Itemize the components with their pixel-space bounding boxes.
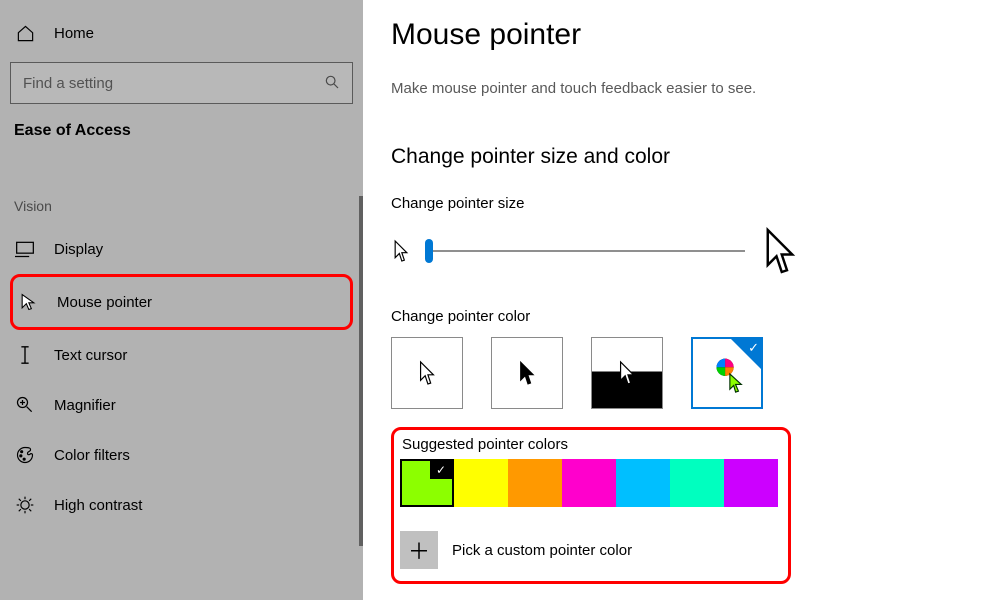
search-icon (324, 74, 340, 93)
home-link[interactable]: Home (10, 14, 353, 56)
page-description: Make mouse pointer and touch feedback ea… (391, 80, 954, 97)
sidebar-item-label: Display (54, 241, 103, 258)
sidebar-item-magnifier[interactable]: Magnifier (10, 380, 353, 430)
sidebar-item-text-cursor[interactable]: Text cursor (10, 330, 353, 380)
sidebar-scrollbar[interactable] (359, 196, 363, 546)
suggested-colors-label: Suggested pointer colors (402, 436, 778, 453)
cursor-small-icon (391, 238, 411, 264)
monitor-icon (14, 238, 36, 260)
content-area: Mouse pointer Make mouse pointer and tou… (363, 0, 982, 600)
color-swatch-magenta[interactable] (562, 459, 616, 507)
slider-track (425, 250, 745, 252)
pick-custom-color-label: Pick a custom pointer color (452, 542, 632, 559)
pointer-color-custom[interactable]: ✓ (691, 337, 763, 409)
sidebar-item-label: Text cursor (54, 347, 127, 364)
search-input[interactable]: Find a setting (10, 62, 353, 104)
section-header: Ease of Access (14, 122, 353, 140)
contrast-icon (14, 494, 36, 516)
group-header: Vision (14, 198, 353, 214)
search-placeholder: Find a setting (23, 75, 113, 92)
text-cursor-icon (14, 344, 36, 366)
slider-thumb[interactable] (425, 239, 433, 263)
palette-icon (14, 444, 36, 466)
suggested-colors-box: Suggested pointer colors ✓ ＋ Pick a cust… (391, 427, 791, 584)
color-swatch-teal[interactable] (670, 459, 724, 507)
pointer-size-label: Change pointer size (391, 195, 954, 212)
color-swatch-purple[interactable] (724, 459, 778, 507)
color-swatch-cyan[interactable] (616, 459, 670, 507)
check-icon: ✓ (430, 461, 452, 479)
sidebar-item-label: Magnifier (54, 397, 116, 414)
plus-icon: ＋ (400, 531, 438, 569)
sidebar-item-label: Color filters (54, 447, 130, 464)
pick-custom-color[interactable]: ＋ Pick a custom pointer color (400, 531, 778, 569)
color-swatch-lime[interactable]: ✓ (400, 459, 454, 507)
pointer-size-slider[interactable] (425, 240, 745, 262)
pointer-color-label: Change pointer color (391, 308, 954, 325)
check-icon: ✓ (748, 340, 759, 356)
sidebar-nav: Display Mouse pointer Text cursor Magnif… (10, 224, 353, 530)
cursor-large-icon (759, 224, 801, 278)
suggested-color-swatches: ✓ (400, 459, 778, 507)
sidebar-item-mouse-pointer[interactable]: Mouse pointer (10, 274, 353, 330)
cursor-icon (17, 291, 39, 313)
section-title: Change pointer size and color (391, 145, 954, 169)
page-title: Mouse pointer (391, 18, 954, 52)
sidebar-item-high-contrast[interactable]: High contrast (10, 480, 353, 530)
pointer-color-options: ✓ (391, 337, 954, 409)
settings-sidebar: Home Find a setting Ease of Access Visio… (0, 0, 363, 600)
pointer-color-black[interactable] (491, 337, 563, 409)
sidebar-item-label: High contrast (54, 497, 142, 514)
sidebar-item-label: Mouse pointer (57, 294, 152, 311)
pointer-color-inverted[interactable] (591, 337, 663, 409)
pointer-color-white[interactable] (391, 337, 463, 409)
sidebar-item-display[interactable]: Display (10, 224, 353, 274)
home-icon (14, 22, 36, 44)
pointer-size-row (391, 224, 954, 278)
color-swatch-yellow[interactable] (454, 459, 508, 507)
magnifier-icon (14, 394, 36, 416)
color-swatch-orange[interactable] (508, 459, 562, 507)
home-label: Home (54, 25, 94, 42)
sidebar-item-color-filters[interactable]: Color filters (10, 430, 353, 480)
